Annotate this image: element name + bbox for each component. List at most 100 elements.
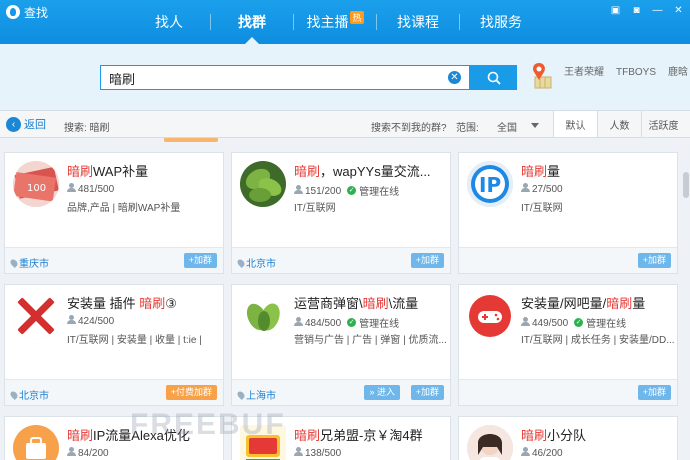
tab-find-service[interactable]: 找服务	[460, 0, 542, 44]
group-card[interactable]: 100 暗刷WAP补量 481/500 品牌,产品 | 暗刷WAP补量 重庆市 …	[4, 152, 224, 274]
group-card[interactable]: 暗刷小分队 46/200	[458, 416, 678, 460]
group-card[interactable]: 安装量/网吧量/暗刷量 449/500 ✓ 管理在线 IT/互联网 | 成长任务 |…	[458, 284, 678, 406]
members-icon	[67, 315, 76, 324]
group-meta: 27/500	[521, 183, 563, 195]
hot-word[interactable]: 王者荣耀	[564, 66, 604, 80]
group-tags: IT/互联网	[294, 203, 336, 214]
member-count: 27/500	[532, 184, 563, 195]
filter-bar: ‹ 返回 搜索: 暗刷 搜索不到我的群? 范围: 全国 默认 人数 活跃度	[0, 110, 690, 138]
back-arrow-icon: ‹	[6, 116, 21, 132]
hot-badge: 热	[350, 10, 364, 24]
tab-label: 找群	[238, 14, 266, 30]
admin-online-icon: ✓	[347, 318, 357, 327]
members-icon	[521, 183, 530, 192]
enter-group-button[interactable]: » 进入	[364, 385, 400, 400]
name-part: 小分队	[547, 428, 587, 443]
location-map-icon[interactable]	[529, 61, 553, 91]
join-group-button[interactable]: +加群	[637, 253, 671, 268]
search-input[interactable]	[109, 69, 439, 87]
tab-find-people[interactable]: 找人	[128, 0, 210, 44]
admin-online-icon: ✓	[347, 186, 357, 195]
name-part: 安装量 插件	[67, 296, 140, 311]
title-bar: 查找 找人 找群 找主播热 找课程 找服务 ▣ ◙ — ✕	[0, 0, 690, 44]
chevron-down-icon[interactable]	[531, 123, 539, 128]
cant-find-group-link[interactable]: 搜索不到我的群?	[371, 119, 447, 134]
hot-word[interactable]: TFBOYS	[616, 66, 656, 80]
group-name[interactable]: 暗刷小分队	[521, 425, 676, 444]
scrollbar-thumb[interactable]	[683, 172, 689, 198]
range-select[interactable]: 全国	[497, 119, 517, 134]
message-icon[interactable]: ▣	[610, 5, 621, 16]
search-button[interactable]	[470, 65, 517, 90]
sort-members[interactable]: 人数	[597, 111, 641, 137]
city-name: 北京市	[19, 391, 49, 402]
group-name[interactable]: 暗刷量	[521, 161, 676, 180]
search-icon	[487, 71, 501, 85]
keyword-highlight: 暗刷	[294, 428, 321, 443]
member-count: 138/500	[305, 448, 342, 459]
keyword-highlight: 暗刷	[67, 164, 94, 179]
group-meta: 46/200	[521, 447, 563, 459]
window-title: 查找	[24, 5, 49, 20]
member-count: 84/200	[78, 448, 109, 459]
back-label: 返回	[24, 119, 46, 131]
group-name[interactable]: 运营商弹窗\暗刷\流量	[294, 293, 449, 312]
clear-icon[interactable]: ✕	[448, 71, 461, 84]
qq-logo-icon	[6, 5, 20, 19]
city: 上海市	[236, 387, 276, 402]
group-name[interactable]: 暗刷兄弟盟-京￥淘4群	[294, 425, 449, 444]
member-count: 151/200	[305, 185, 342, 197]
card-footer: 北京市 +加群	[232, 247, 450, 273]
group-card[interactable]: IP 暗刷量 27/500 IT/互联网 +加群	[458, 152, 678, 274]
skin-icon[interactable]: ◙	[631, 5, 642, 16]
results-scrollbar[interactable]	[682, 138, 690, 460]
group-avatar	[467, 293, 513, 339]
group-name[interactable]: 暗刷，wapYYs量交流...	[294, 161, 449, 180]
group-avatar	[13, 425, 59, 460]
sort-activity[interactable]: 活跃度	[641, 111, 685, 137]
name-part: ③	[165, 296, 177, 311]
group-meta: 84/200	[67, 447, 109, 459]
keyword-highlight: 暗刷	[67, 428, 94, 443]
tab-find-streamer[interactable]: 找主播热	[294, 0, 376, 44]
group-card[interactable]: 暗刷，wapYYs量交流... 151/200 ✓ 管理在线 IT/互联网 北京市 …	[231, 152, 451, 274]
watermark: FREEBUF	[130, 408, 286, 441]
group-card[interactable]: 安装量 插件 暗刷③ 424/500 IT/互联网 | 安装量 | 收量 | t…	[4, 284, 224, 406]
minimize-icon[interactable]: —	[652, 5, 663, 16]
keyword-highlight: 暗刷	[521, 164, 548, 179]
join-group-button[interactable]: +加群	[410, 385, 444, 400]
svg-text:100: 100	[27, 183, 46, 194]
results-grid: 100 暗刷WAP补量 481/500 品牌,产品 | 暗刷WAP补量 重庆市 …	[0, 138, 690, 460]
card-footer: 北京市 +付费加群	[5, 379, 223, 405]
tab-find-group[interactable]: 找群	[211, 0, 293, 44]
city-name: 上海市	[246, 391, 276, 402]
back-button[interactable]: ‹ 返回	[6, 116, 46, 132]
search-box: ✕	[100, 65, 470, 90]
tab-label: 找主播	[306, 14, 349, 30]
paid-join-button[interactable]: +付费加群	[165, 385, 217, 400]
tab-find-course[interactable]: 找课程	[377, 0, 459, 44]
sort-label: 默认	[565, 120, 586, 132]
group-avatar	[467, 425, 513, 460]
group-card[interactable]: 运营商弹窗\暗刷\流量 484/500 ✓ 管理在线 营销与广告 | 广告 | 弹窗…	[231, 284, 451, 406]
join-group-button[interactable]: +加群	[410, 253, 444, 268]
group-name[interactable]: 安装量 插件 暗刷③	[67, 293, 222, 312]
join-group-button[interactable]: +加群	[637, 385, 671, 400]
keyword-highlight: 暗刷	[521, 428, 548, 443]
sort-default[interactable]: 默认	[553, 111, 597, 137]
city: 北京市	[236, 255, 276, 270]
group-meta: 151/200 ✓ 管理在线	[294, 183, 399, 198]
sort-label: 人数	[609, 120, 630, 132]
name-part: 运营商弹窗\	[294, 296, 363, 311]
hot-word[interactable]: 鹿晗	[668, 66, 688, 80]
close-icon[interactable]: ✕	[673, 5, 684, 16]
group-name[interactable]: 安装量/网吧量/暗刷量	[521, 293, 676, 312]
join-group-button[interactable]: +加群	[183, 253, 217, 268]
name-part: ，wapYYs量交流...	[320, 164, 431, 179]
location-icon	[9, 389, 19, 400]
group-name[interactable]: 暗刷WAP补量	[67, 161, 222, 180]
search-area: ✕ 王者荣耀 TFBOYS 鹿晗	[0, 44, 690, 110]
window-controls: ▣ ◙ — ✕	[610, 5, 684, 16]
sort-label: 活跃度	[648, 120, 679, 132]
name-part: \流量	[388, 296, 419, 311]
